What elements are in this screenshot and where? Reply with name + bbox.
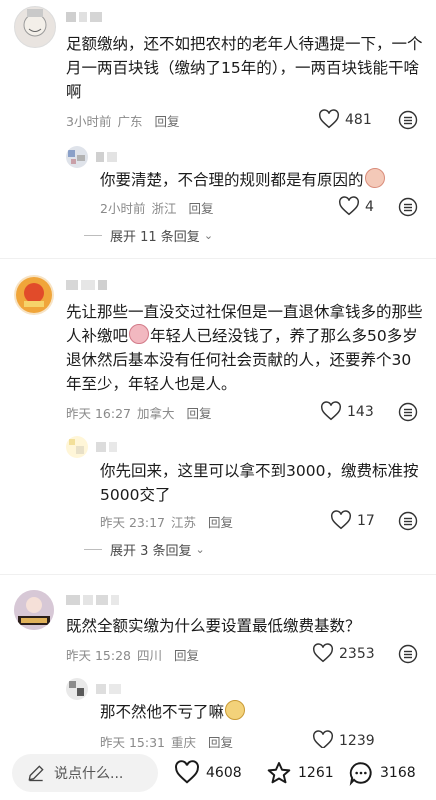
emoji-icon [364,168,385,188]
more-icon[interactable] [398,197,418,217]
emoji-icon [129,324,150,344]
reply-username-blurred[interactable] [96,442,120,454]
heart-icon [175,760,199,784]
divider [0,574,436,575]
reply-avatar[interactable] [66,146,88,168]
avatar[interactable] [14,590,54,630]
reply-button[interactable]: 回复 [174,648,199,663]
divider [0,258,436,259]
comment-text: 先让那些一直没交过社保但是一直退休拿钱多的那些 人补缴吧 年轻人已经没钱了，养了那… [66,303,423,393]
comment-text: 既然全额实缴为什么要设置最低缴费基数？ [66,617,361,635]
more-icon[interactable] [398,110,418,130]
reply-text: 你要清楚，不合理的规则都是有原因的 [100,168,386,192]
post-comment-button[interactable]: 3168 [348,760,416,786]
heart-icon [330,510,352,530]
like-button[interactable]: 4 [338,196,374,218]
comment-time: 3小时前 [66,114,112,129]
reply-meta: 昨天 23:17 江苏 回复 [100,515,234,530]
more-icon[interactable] [398,644,418,664]
expand-replies-button[interactable]: 展开 11 条回复 ⌄ [84,226,213,245]
reply-button[interactable]: 回复 [154,114,179,129]
emoji-icon [225,700,246,720]
username-blurred[interactable] [66,12,105,24]
avatar[interactable] [14,6,56,48]
reply-avatar[interactable] [66,678,88,700]
post-comment-count: 3168 [380,765,416,781]
comment-input[interactable]: 说点什么... [12,754,158,792]
expand-replies-button[interactable]: 展开 3 条回复 ⌄ [84,540,205,559]
like-button[interactable]: 143 [320,401,374,423]
reply-text: 那不然他不亏了嘛 [100,700,246,724]
post-like-count: 4608 [206,765,242,781]
star-icon [267,762,291,784]
reply-username-blurred[interactable] [96,684,124,696]
more-icon[interactable] [398,511,418,531]
like-button[interactable]: 481 [318,109,372,131]
heart-icon [318,109,340,129]
like-count: 481 [345,112,372,128]
comment-icon [349,762,372,786]
reply-button[interactable]: 回复 [187,406,212,421]
reply-button[interactable]: 回复 [188,201,213,216]
post-like-button[interactable]: 4608 [174,760,242,786]
chevron-down-icon: ⌄ [195,543,205,556]
reply-avatar[interactable] [66,436,88,458]
comment-location: 广东 [117,114,143,129]
reply-meta: 2小时前 浙江 回复 [100,201,214,216]
username-blurred[interactable] [66,595,122,607]
comment-text: 足额缴纳，还不如把农村的老年人待遇提一下，一个 月一两百块钱（缴纳了15年的），… [66,35,423,101]
comment-meta: 昨天 16:27 加拿大 回复 [66,406,212,421]
reply-text: 你先回来，这里可以拿不到3000，缴费标准按 5000交了 [100,462,419,504]
comment-meta: 昨天 15:28 四川 回复 [66,648,200,663]
heart-icon [338,196,360,216]
chevron-down-icon: ⌄ [203,229,214,242]
like-button[interactable]: 2353 [312,643,375,665]
heart-icon [320,401,342,421]
like-button[interactable]: 17 [330,510,375,532]
username-blurred[interactable] [66,280,110,292]
more-icon[interactable] [398,402,418,422]
post-favorite-button[interactable]: 1261 [266,760,334,786]
comment-meta: 3小时前 广东 回复 [66,111,185,130]
pencil-icon [28,765,44,782]
heart-icon [312,643,334,663]
avatar[interactable] [14,275,54,315]
reply-button[interactable]: 回复 [208,515,233,530]
post-favorite-count: 1261 [298,765,334,781]
reply-username-blurred[interactable] [96,152,120,164]
bottom-bar: 说点什么... 4608 1261 3168 [0,748,436,800]
comment-input-placeholder: 说点什么... [54,766,124,782]
